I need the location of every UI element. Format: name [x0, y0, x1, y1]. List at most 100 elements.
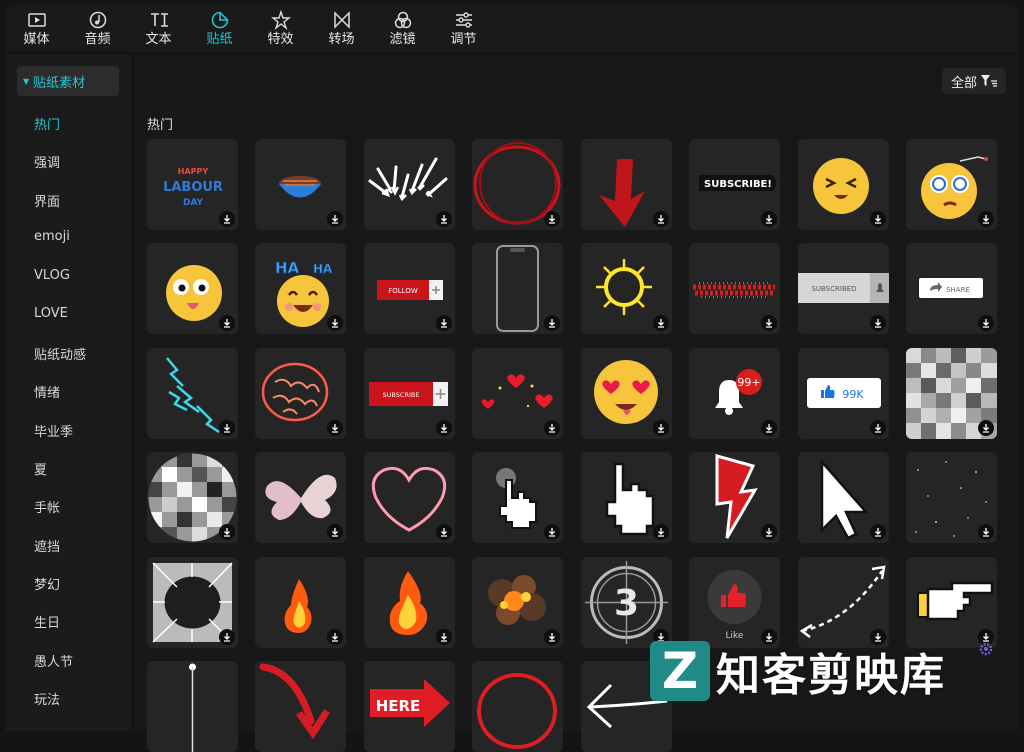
sidebar-item-dreamy[interactable]: 梦幻: [34, 574, 60, 593]
download-button[interactable]: [761, 524, 777, 540]
sticker-red-sparks[interactable]: [689, 243, 780, 334]
sticker-follow-button[interactable]: FOLLOW: [364, 243, 455, 334]
sidebar-item-love[interactable]: LOVE: [34, 306, 68, 321]
sidebar-header[interactable]: ▼ 贴纸素材: [17, 66, 119, 96]
sticker-red-ring-scribble[interactable]: [472, 661, 563, 752]
download-button[interactable]: [978, 211, 994, 227]
sticker-pixel-pointing-hand[interactable]: [906, 557, 997, 648]
sticker-red-lightning-arrow[interactable]: [689, 452, 780, 543]
sticker-red-arrow[interactable]: [581, 139, 672, 230]
sticker-red-curved-arrow[interactable]: [255, 661, 346, 752]
download-button[interactable]: [544, 420, 560, 436]
sticker-mosaic-square[interactable]: [906, 348, 997, 439]
download-button[interactable]: [653, 420, 669, 436]
sidebar-item-mask[interactable]: 遮挡: [34, 536, 60, 555]
sidebar-item-dynamic[interactable]: 贴纸动感: [34, 344, 86, 363]
sidebar-item-emotion[interactable]: 情绪: [34, 382, 60, 401]
sidebar-item-gameplay[interactable]: 玩法: [34, 689, 60, 708]
sticker-subscribed-button[interactable]: SUBSCRIBED: [798, 243, 889, 334]
sticker-mosaic-circle[interactable]: [147, 452, 238, 543]
sticker-sparkle-dust[interactable]: [906, 452, 997, 543]
sticker-here-arrow[interactable]: HERE: [364, 661, 455, 752]
download-button[interactable]: [219, 420, 235, 436]
sticker-pixel-cursor[interactable]: [798, 452, 889, 543]
sticker-neon-brain[interactable]: [255, 348, 346, 439]
download-button[interactable]: [436, 629, 452, 645]
sticker-tongue-emoji[interactable]: [147, 243, 238, 334]
download-button[interactable]: [219, 315, 235, 331]
sidebar-item-graduation[interactable]: 毕业季: [34, 421, 73, 440]
sticker-pink-butterfly[interactable]: [255, 452, 346, 543]
tab-text[interactable]: 文本: [128, 4, 189, 52]
sidebar-item-summer[interactable]: 夏: [34, 459, 47, 478]
download-button[interactable]: [653, 315, 669, 331]
download-button[interactable]: [870, 315, 886, 331]
download-button[interactable]: [653, 524, 669, 540]
sticker-subscribe-banner[interactable]: SUBSCRIBE!: [689, 139, 780, 230]
download-button[interactable]: [978, 315, 994, 331]
download-button[interactable]: [653, 211, 669, 227]
sticker-dashed-arrow[interactable]: [798, 557, 889, 648]
sidebar-item-hot[interactable]: 热门: [34, 114, 60, 133]
sidebar-item-journal[interactable]: 手帐: [34, 497, 60, 516]
download-button[interactable]: [761, 420, 777, 436]
download-button[interactable]: [219, 211, 235, 227]
download-button[interactable]: [544, 524, 560, 540]
sticker-like-circle[interactable]: Like: [689, 557, 780, 648]
sticker-cyan-lightning[interactable]: [147, 348, 238, 439]
download-button[interactable]: [870, 420, 886, 436]
sticker-pixel-hand-click[interactable]: [472, 452, 563, 543]
sticker-pixel-hand-point[interactable]: [581, 452, 672, 543]
tab-transition[interactable]: 转场: [311, 4, 372, 52]
sidebar-item-birthday[interactable]: 生日: [34, 612, 60, 631]
download-button[interactable]: [761, 315, 777, 331]
sticker-red-circle[interactable]: [472, 139, 563, 230]
sticker-dizzy-emoji[interactable]: [906, 139, 997, 230]
download-button[interactable]: [436, 315, 452, 331]
sticker-explosion[interactable]: [472, 557, 563, 648]
sticker-heart-eyes-emoji[interactable]: [581, 348, 672, 439]
sticker-floating-hearts[interactable]: [472, 348, 563, 439]
download-button[interactable]: [870, 211, 886, 227]
download-button[interactable]: [436, 524, 452, 540]
download-button[interactable]: [544, 629, 560, 645]
tab-media[interactable]: 媒体: [6, 4, 67, 52]
tab-audio[interactable]: 音频: [67, 4, 128, 52]
sticker-neon-heart[interactable]: [364, 452, 455, 543]
sticker-white-pin-line[interactable]: [147, 661, 238, 752]
download-button[interactable]: [544, 315, 560, 331]
sticker-fire-large[interactable]: [364, 557, 455, 648]
sidebar-item-interface[interactable]: 界面: [34, 191, 60, 210]
sticker-grin-emoji[interactable]: [798, 139, 889, 230]
sidebar-item-vlog[interactable]: VLOG: [34, 268, 70, 283]
download-button[interactable]: [436, 420, 452, 436]
tab-sticker[interactable]: 贴纸: [189, 4, 250, 52]
sticker-bbq-bowl[interactable]: [255, 139, 346, 230]
sticker-countdown[interactable]: 3: [581, 557, 672, 648]
download-button[interactable]: [219, 524, 235, 540]
download-button[interactable]: [219, 629, 235, 645]
download-button[interactable]: [870, 524, 886, 540]
sticker-bell-notification[interactable]: 99+: [689, 348, 780, 439]
sticker-speed-lines[interactable]: [147, 557, 238, 648]
download-button[interactable]: [978, 420, 994, 436]
download-button[interactable]: [544, 211, 560, 227]
download-button[interactable]: [327, 420, 343, 436]
sticker-fire-small[interactable]: [255, 557, 346, 648]
sidebar-item-april-fools[interactable]: 愚人节: [34, 651, 73, 670]
sidebar-item-emphasis[interactable]: 强调: [34, 152, 60, 171]
filter-dropdown[interactable]: 全部: [942, 68, 1006, 94]
sticker-labour-day[interactable]: HAPPY LABOUR DAY: [147, 139, 238, 230]
sticker-yellow-burst[interactable]: [581, 243, 672, 334]
sidebar-item-emoji[interactable]: emoji: [34, 229, 70, 244]
sticker-subscribe-button[interactable]: SUBSCRIBE: [364, 348, 455, 439]
sticker-ha-ha-emoji[interactable]: HA HA: [255, 243, 346, 334]
sticker-like-counter[interactable]: 99K: [798, 348, 889, 439]
sticker-phone-frame[interactable]: [472, 243, 563, 334]
download-button[interactable]: [436, 211, 452, 227]
tab-filter[interactable]: 滤镜: [372, 4, 433, 52]
download-button[interactable]: [327, 524, 343, 540]
tab-effects[interactable]: 特效: [250, 4, 311, 52]
download-button[interactable]: [327, 211, 343, 227]
download-button[interactable]: [327, 629, 343, 645]
